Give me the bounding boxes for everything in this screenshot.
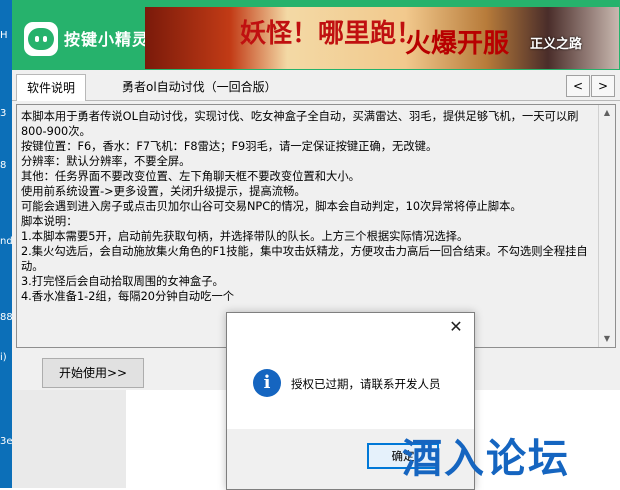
banner-headline: 妖怪！哪里跑！	[240, 19, 423, 49]
banner-game-logo: 正义之路	[530, 37, 583, 52]
tab-scroll-arrows: < >	[566, 75, 616, 97]
app-title: 按键小精灵	[64, 30, 150, 49]
close-icon[interactable]: ✕	[446, 317, 466, 337]
desktop-label: nd	[0, 236, 12, 247]
dialog-message: 授权已过期，请联系开发人员	[291, 377, 441, 391]
start-button[interactable]: 开始使用>>	[42, 358, 144, 388]
forum-watermark: 酒入论坛	[402, 436, 570, 482]
tab-bar: 软件说明 勇者ol自动讨伐（一回合版） < >	[12, 72, 620, 101]
background-window	[12, 390, 138, 488]
desktop-label: 3	[0, 108, 7, 119]
desktop-strip: H 3 8 nd 88 i) 3e67...	[0, 0, 12, 488]
scroll-up-icon[interactable]: ▲	[599, 105, 615, 121]
tab-software-info[interactable]: 软件说明	[16, 74, 87, 101]
banner-subheadline: 火爆开服	[405, 29, 510, 59]
tab-script[interactable]: 勇者ol自动讨伐（一回合版）	[112, 74, 287, 100]
vertical-scrollbar[interactable]: ▲ ▼	[598, 105, 615, 347]
desktop-label: 8	[0, 160, 7, 171]
tab-prev-button[interactable]: <	[566, 75, 590, 97]
ad-banner[interactable]: 妖怪！哪里跑！ 火爆开服 正义之路	[145, 7, 619, 69]
desktop-label: 88	[0, 312, 12, 323]
tab-next-button[interactable]: >	[591, 75, 615, 97]
info-icon: i	[253, 369, 281, 397]
scroll-down-icon[interactable]: ▼	[599, 331, 615, 347]
background-window-edge	[126, 390, 138, 488]
desktop-label: H	[0, 30, 8, 41]
description-text: 本脚本用于勇者传说OL自动讨伐，实现讨伐、吃女神盒子全自动，买满雷达、羽毛，提供…	[21, 110, 588, 303]
app-logo-icon	[24, 22, 58, 56]
desktop-label: i)	[0, 352, 7, 363]
app-header: 按键小精灵 妖怪！哪里跑！ 火爆开服 正义之路	[12, 0, 620, 70]
desktop-label: 3e67...	[0, 436, 12, 447]
